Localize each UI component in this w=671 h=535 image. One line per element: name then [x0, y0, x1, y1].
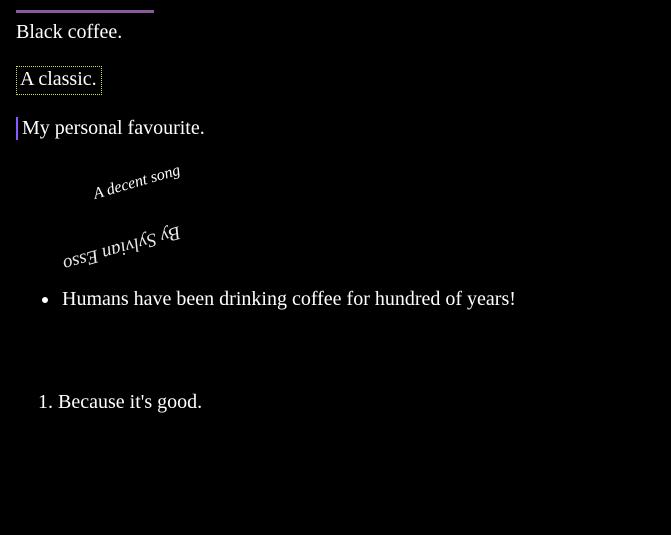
top-rule [16, 10, 154, 13]
rotated-line-a: A decent song [92, 162, 183, 204]
list-item: Because it's good. [58, 391, 655, 414]
line-classic: A classic. [16, 66, 102, 95]
line-classic-wrap: A classic. [16, 66, 655, 117]
bullet-list: Humans have been drinking coffee for hun… [16, 288, 655, 311]
line-favourite: My personal favourite. [16, 117, 655, 140]
rotated-line-b: By Sylvian Esso [60, 220, 183, 275]
list-item: Humans have been drinking coffee for hun… [60, 288, 655, 311]
ordered-list: Because it's good. [16, 391, 655, 414]
line-black-coffee: Black coffee. [16, 21, 655, 44]
rotated-text-block: A decent song By Sylvian Esso [22, 150, 655, 260]
